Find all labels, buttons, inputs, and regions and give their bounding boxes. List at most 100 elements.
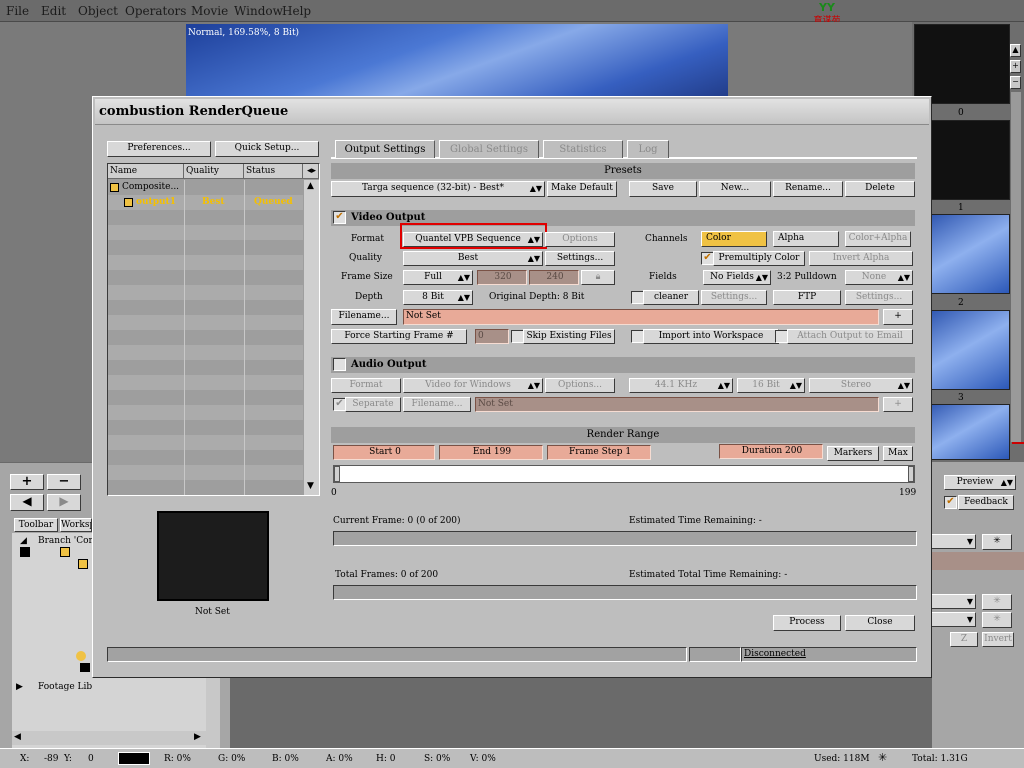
markers-button[interactable]: Markers xyxy=(827,446,879,461)
color-button[interactable]: Color xyxy=(701,231,767,247)
force-starting-frame-button[interactable]: Force Starting Frame # xyxy=(331,329,467,344)
remove-button[interactable]: − xyxy=(47,474,81,490)
scrollbar[interactable] xyxy=(1011,92,1021,442)
column-scroll-icon[interactable]: ◂▸ xyxy=(303,164,319,179)
pulldown-dropdown[interactable]: None ▲▼ xyxy=(845,270,913,285)
frame-size-dropdown[interactable]: Full ▲▼ xyxy=(403,270,473,285)
table-row[interactable]: output1 Best Queued xyxy=(108,195,303,210)
lock-icon[interactable]: 🔒︎ xyxy=(581,270,615,285)
premultiply-button[interactable]: Premultiply Color xyxy=(713,251,805,266)
ftp-button[interactable]: FTP xyxy=(773,290,841,305)
dialog-title[interactable]: combustion RenderQueue xyxy=(95,99,929,125)
fields-dropdown[interactable]: No Fields ▲▼ xyxy=(703,270,771,285)
max-button[interactable]: Max xyxy=(883,446,913,461)
tab-global-settings[interactable]: Global Settings xyxy=(439,140,539,158)
menu-object[interactable]: Object xyxy=(78,4,118,18)
mode-dropdown-2[interactable]: ▼ xyxy=(930,594,976,609)
duration-field[interactable]: Duration 200 xyxy=(719,444,823,459)
range-slider[interactable] xyxy=(333,465,915,483)
brush-icon[interactable]: ✳ xyxy=(982,612,1012,628)
column-header-name[interactable]: Name xyxy=(108,164,184,179)
column-header-quality[interactable]: Quality xyxy=(184,164,244,179)
range-end-handle[interactable] xyxy=(908,466,914,482)
quality-settings-button[interactable]: Settings... xyxy=(545,251,615,266)
zoom-out-button[interactable]: − xyxy=(1010,76,1021,89)
filename-button[interactable]: Filename... xyxy=(331,309,397,325)
height-field[interactable]: 240 xyxy=(529,270,579,285)
menu-window[interactable]: Window xyxy=(234,4,283,18)
force-frame-field[interactable]: 0 xyxy=(475,329,509,344)
invert-alpha-button[interactable]: Invert Alpha xyxy=(809,251,913,266)
sample-rate-dropdown[interactable]: 44.1 KHz ▲▼ xyxy=(629,378,733,393)
tab-output-settings[interactable]: Output Settings xyxy=(335,140,435,158)
frame-step-field[interactable]: Frame Step 1 xyxy=(547,445,651,460)
column-header-status[interactable]: Status xyxy=(244,164,303,179)
feedback-checkbox[interactable]: ✔ xyxy=(944,496,957,509)
audio-filename-button[interactable]: Filename... xyxy=(403,397,471,412)
width-field[interactable]: 320 xyxy=(477,270,527,285)
audio-filename-field[interactable]: Not Set xyxy=(475,397,879,412)
scroll-left-icon[interactable]: ◀ xyxy=(14,731,21,744)
depth-dropdown[interactable]: 8 Bit ▲▼ xyxy=(403,290,473,305)
tab-workspace[interactable]: Worksp xyxy=(60,518,92,532)
scroll-down-icon[interactable]: ▼ xyxy=(307,480,314,493)
filename-field[interactable]: Not Set xyxy=(403,309,879,325)
audio-options-button[interactable]: Options... xyxy=(545,378,615,393)
range-start-handle[interactable] xyxy=(334,466,340,482)
zoom-in-button[interactable]: + xyxy=(1010,60,1021,73)
process-button[interactable]: Process xyxy=(773,615,841,631)
separate-button[interactable]: Separate xyxy=(345,397,401,412)
forward-button[interactable]: ▶ xyxy=(47,494,81,511)
audio-format-dropdown[interactable]: Video for Windows ▲▼ xyxy=(403,378,543,393)
end-field[interactable]: End 199 xyxy=(439,445,543,460)
preferences-button[interactable]: Preferences... xyxy=(107,141,211,157)
quality-dropdown[interactable]: Best ▲▼ xyxy=(403,251,543,266)
audio-output-checkbox[interactable] xyxy=(333,358,346,371)
preview-dropdown[interactable]: Preview ▲▼ xyxy=(944,475,1016,490)
cleaner-button[interactable]: cleaner xyxy=(643,290,699,305)
tree-footage-library[interactable]: Footage Lib xyxy=(38,681,92,694)
bit-depth-dropdown[interactable]: 16 Bit ▲▼ xyxy=(737,378,805,393)
invert-button[interactable]: Invert xyxy=(982,632,1014,647)
scroll-up-button[interactable]: ▲ xyxy=(1010,44,1021,57)
tab-statistics[interactable]: Statistics xyxy=(543,140,623,158)
tab-log[interactable]: Log xyxy=(627,140,669,158)
alpha-button[interactable]: Alpha xyxy=(773,231,839,247)
audio-add-button[interactable]: + xyxy=(883,397,913,412)
import-workspace-button[interactable]: Import into Workspace xyxy=(643,329,779,344)
render-queue-list[interactable]: Name Quality Status ◂▸ Composite... outp… xyxy=(107,163,320,496)
video-output-checkbox[interactable]: ✔ xyxy=(333,211,346,224)
z-button[interactable]: Z xyxy=(950,632,978,647)
start-field[interactable]: Start 0 xyxy=(333,445,435,460)
attach-email-button[interactable]: Attach Output to Email xyxy=(787,329,913,344)
horizontal-scrollbar[interactable]: ◀ ▶ xyxy=(12,731,220,745)
brush-icon[interactable]: ✳ xyxy=(982,594,1012,610)
menu-operators[interactable]: Operators xyxy=(125,4,186,18)
quick-setup-button[interactable]: Quick Setup... xyxy=(215,141,319,157)
tab-toolbar[interactable]: Toolbar xyxy=(14,518,58,532)
back-button[interactable]: ◀ xyxy=(10,494,44,511)
menu-file[interactable]: File xyxy=(6,4,29,18)
options-button[interactable]: Options xyxy=(545,232,615,247)
feedback-button[interactable]: Feedback xyxy=(958,495,1014,510)
rename-button[interactable]: Rename... xyxy=(773,181,843,197)
menu-edit[interactable]: Edit xyxy=(41,4,66,18)
brush-icon[interactable]: ✳ xyxy=(982,534,1012,550)
queue-scrollbar[interactable]: ▲ ▼ xyxy=(304,180,319,495)
delete-button[interactable]: Delete xyxy=(845,181,915,197)
color-alpha-button[interactable]: Color+Alpha xyxy=(845,231,911,247)
scroll-up-icon[interactable]: ▲ xyxy=(307,180,314,193)
mode-dropdown[interactable]: ▼ xyxy=(930,534,976,549)
make-default-button[interactable]: Make Default xyxy=(547,181,617,197)
tree-toggle-icon[interactable]: ▶ xyxy=(16,681,23,694)
close-button[interactable]: Close xyxy=(845,615,915,631)
add-button[interactable]: + xyxy=(10,474,44,490)
skip-existing-button[interactable]: Skip Existing Files xyxy=(523,329,615,344)
menu-help[interactable]: Help xyxy=(282,4,311,18)
mode-dropdown-3[interactable]: ▼ xyxy=(930,612,976,627)
table-row[interactable]: Composite... xyxy=(108,180,303,195)
preset-dropdown[interactable]: Targa sequence (32-bit) - Best* ▲▼ xyxy=(331,181,545,197)
cleaner-settings-button[interactable]: Settings... xyxy=(701,290,767,305)
menu-movie[interactable]: Movie xyxy=(191,4,228,18)
new-button[interactable]: New... xyxy=(699,181,771,197)
